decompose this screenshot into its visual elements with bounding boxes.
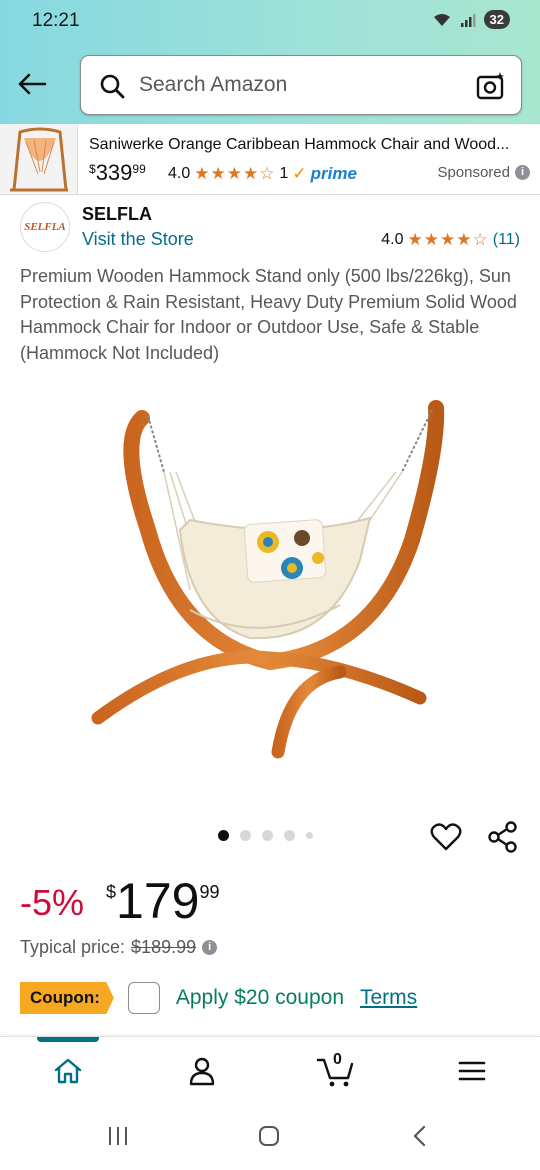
nav-menu[interactable] <box>452 1051 492 1091</box>
sponsored-product-image[interactable] <box>0 124 78 194</box>
status-bar: 12:21 32 <box>0 0 540 44</box>
visit-store-link[interactable]: Visit the Store <box>82 229 194 250</box>
battery-indicator: 32 <box>483 10 510 29</box>
product-image[interactable] <box>40 380 500 790</box>
camera-search-icon[interactable] <box>475 70 507 102</box>
coupon-row: Coupon: Apply $20 coupon Terms <box>20 978 417 1018</box>
heart-icon <box>430 823 462 851</box>
sponsored-product-rating: 4.0 ★★★★☆ 1 ✓ prime <box>168 164 357 183</box>
home-icon <box>54 1058 82 1084</box>
apply-coupon-label[interactable]: Apply $20 coupon <box>176 986 344 1010</box>
carousel-dot[interactable] <box>240 830 251 841</box>
coupon-terms-link[interactable]: Terms <box>360 986 417 1010</box>
brand-logo[interactable]: SELFLA <box>20 202 70 252</box>
carousel-dot[interactable] <box>306 832 313 839</box>
carousel-dot[interactable] <box>262 830 273 841</box>
prime-check-icon: ✓ <box>292 164 307 183</box>
user-icon <box>189 1057 215 1086</box>
app-header: 12:21 32 Search Amazon <box>0 0 540 124</box>
typical-price-value: $189.99 <box>131 937 197 957</box>
coupon-checkbox[interactable] <box>127 982 160 1014</box>
hamburger-menu-icon <box>458 1061 486 1081</box>
brand-row: SELFLA SELFLA Visit the Store 4.0 ★★★★☆ … <box>0 196 540 258</box>
system-home-button[interactable] <box>249 1122 289 1150</box>
image-carousel-dots[interactable] <box>218 830 313 841</box>
discount-percentage: -5% <box>20 882 85 923</box>
back-button[interactable] <box>14 66 50 102</box>
recent-apps-button[interactable] <box>98 1122 138 1150</box>
bottom-navigation: 0 <box>0 1036 540 1102</box>
product-rating[interactable]: 4.0 ★★★★☆ (11) <box>381 230 520 250</box>
carousel-dot[interactable] <box>218 830 229 841</box>
active-tab-indicator <box>37 1037 99 1042</box>
search-input[interactable]: Search Amazon <box>139 73 287 97</box>
star-rating-icon: ★★★★☆ <box>407 230 489 249</box>
current-price: $17999 <box>106 873 220 929</box>
recent-apps-icon <box>109 1127 127 1145</box>
share-icon <box>488 821 517 853</box>
cart-count: 0 <box>333 1051 342 1068</box>
coupon-badge: Coupon: <box>20 982 114 1014</box>
info-icon[interactable]: i <box>202 940 218 955</box>
prime-badge: prime <box>310 164 357 183</box>
search-bar[interactable]: Search Amazon <box>80 55 522 115</box>
search-icon <box>100 74 125 99</box>
sponsored-product-banner[interactable]: Saniwerke Orange Caribbean Hammock Chair… <box>0 124 540 195</box>
wishlist-button[interactable] <box>430 820 462 859</box>
wifi-icon <box>433 13 450 26</box>
sponsored-product-title[interactable]: Saniwerke Orange Caribbean Hammock Chair… <box>89 136 529 154</box>
status-icons: 32 <box>432 10 510 29</box>
share-button[interactable] <box>486 820 520 859</box>
status-time: 12:21 <box>32 10 80 31</box>
nav-account[interactable] <box>182 1051 222 1091</box>
info-icon[interactable]: i <box>515 165 530 180</box>
chevron-left-icon <box>413 1125 426 1147</box>
carousel-dot[interactable] <box>284 830 295 841</box>
typical-price: Typical price: $189.99 i <box>20 937 218 958</box>
signal-icon <box>460 13 476 27</box>
sponsored-product-price: $33999 <box>89 160 146 185</box>
home-circle-icon <box>259 1126 279 1146</box>
sponsored-label[interactable]: Sponsored i <box>437 164 530 181</box>
brand-name: SELFLA <box>82 204 152 224</box>
arrow-left-icon <box>18 73 47 95</box>
system-navigation-bar <box>0 1102 540 1170</box>
nav-home[interactable] <box>48 1051 88 1091</box>
review-count-link[interactable]: (11) <box>493 231 520 249</box>
star-rating-icon: ★★★★☆ <box>194 164 276 183</box>
product-title: Premium Wooden Hammock Stand only (500 l… <box>20 266 517 363</box>
system-back-button[interactable] <box>400 1122 440 1150</box>
